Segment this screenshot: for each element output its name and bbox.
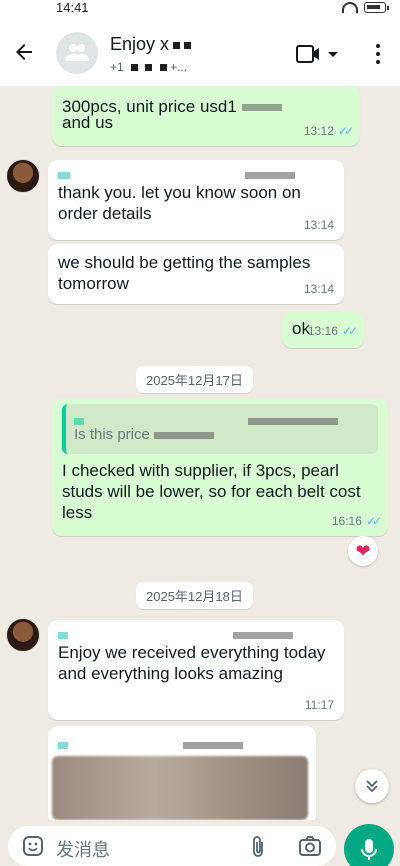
redaction [58,742,68,750]
message-text: 300pcs, unit price usd1 and us [62,96,350,132]
message-composer: 发消息 [0,820,400,866]
sticker-icon[interactable] [22,835,44,857]
date-divider: 2025年12月17日 [136,366,253,393]
double-chevron-down-icon [366,780,378,793]
message-time: 13:14 [303,282,334,296]
scroll-to-bottom-button[interactable] [355,769,389,803]
redaction [173,41,181,49]
redaction [131,64,139,72]
message-placeholder: 发消息 [56,840,110,860]
contact-name-text: Enjoy x [110,34,170,54]
message-time: 16:16 [331,514,362,528]
message-text-line2: and us [62,113,114,132]
more-options-icon[interactable] [370,42,386,66]
message-time: 11:17 [304,698,334,712]
status-bar: 14:41 [0,0,400,20]
date-divider: 2025年12月18日 [136,582,253,609]
message-incoming[interactable]: Enjoy we received everything today and e… [48,620,344,720]
status-icons [342,2,389,13]
message-time: 13:12 [303,124,334,138]
message-meta: 13:12 ✓✓ [303,121,354,142]
message-time: 13:14 [303,218,334,232]
redaction [248,417,339,425]
redaction [182,742,243,750]
battery-icon [364,2,389,13]
message-incoming[interactable]: we should be getting the samples tomorro… [48,244,344,304]
quoted-text: Is this price [74,426,150,443]
read-receipt-icon: ✓✓ [365,514,382,528]
group-avatar-icon [65,44,89,61]
message-meta: 13:16 ✓✓ [307,321,358,342]
redaction [184,41,192,49]
status-time: 14:41 [56,0,89,15]
redaction [159,64,167,72]
video-call-icon[interactable] [296,44,346,64]
message-time: 13:16 [307,324,338,338]
sender-avatar[interactable] [6,618,40,652]
redaction [154,431,215,439]
paperclip-icon[interactable] [248,835,268,859]
subtitle-tail-text: +... [170,60,188,74]
read-receipt-icon: ✓✓ [341,324,358,338]
message-meta: 13:14 [304,279,334,300]
sender-name [58,734,306,750]
sender-avatar[interactable] [6,159,40,193]
microphone-icon [361,839,377,860]
message-text: thank you. let you know soon on order de… [58,183,301,223]
chat-wallpaper: 300pcs, unit price usd1 and us 13:12 ✓✓ … [0,86,400,820]
sender-name [58,164,334,180]
wifi-icon [342,2,358,13]
message-outgoing[interactable]: 300pcs, unit price usd1 and us 13:12 ✓✓ [52,86,360,146]
quoted-sender [74,410,370,425]
camera-icon[interactable] [298,835,322,857]
redaction [58,172,70,180]
contact-name[interactable]: Enjoy x [110,34,192,55]
contact-avatar[interactable] [56,32,98,74]
message-outgoing-reply[interactable]: Is this price I checked with supplier, i… [52,398,388,536]
voice-message-button[interactable] [344,824,394,866]
redaction [244,172,295,180]
redaction [232,632,293,640]
message-meta: 13:14 [304,215,334,236]
redaction [145,64,153,72]
subtitle-text: +1 [110,60,124,74]
read-receipt-icon: ✓✓ [337,124,354,138]
message-outgoing[interactable]: ok 13:16 ✓✓ [282,312,364,348]
redaction [241,104,282,112]
message-text: I checked with supplier, if 3pcs, pearl … [62,461,361,522]
heart-reaction-icon[interactable]: ❤ [348,536,378,566]
quoted-message[interactable]: Is this price [62,404,378,454]
redaction [74,417,84,425]
message-incoming[interactable]: thank you. let you know soon on order de… [48,160,344,240]
message-input[interactable]: 发消息 [8,826,336,866]
chat-header: Enjoy x +1 +... [0,20,400,86]
contact-subtitle: +1 +... [110,60,187,74]
message-text: we should be getting the samples tomorro… [58,253,311,293]
message-text: Enjoy we received everything today and e… [58,643,326,683]
sender-name [58,624,334,640]
back-arrow-icon[interactable] [12,40,36,64]
redaction [58,632,68,640]
image-thumbnail[interactable] [52,756,308,820]
message-meta: 16:16 ✓✓ [331,511,382,532]
message-meta: 11:17 [305,695,334,716]
